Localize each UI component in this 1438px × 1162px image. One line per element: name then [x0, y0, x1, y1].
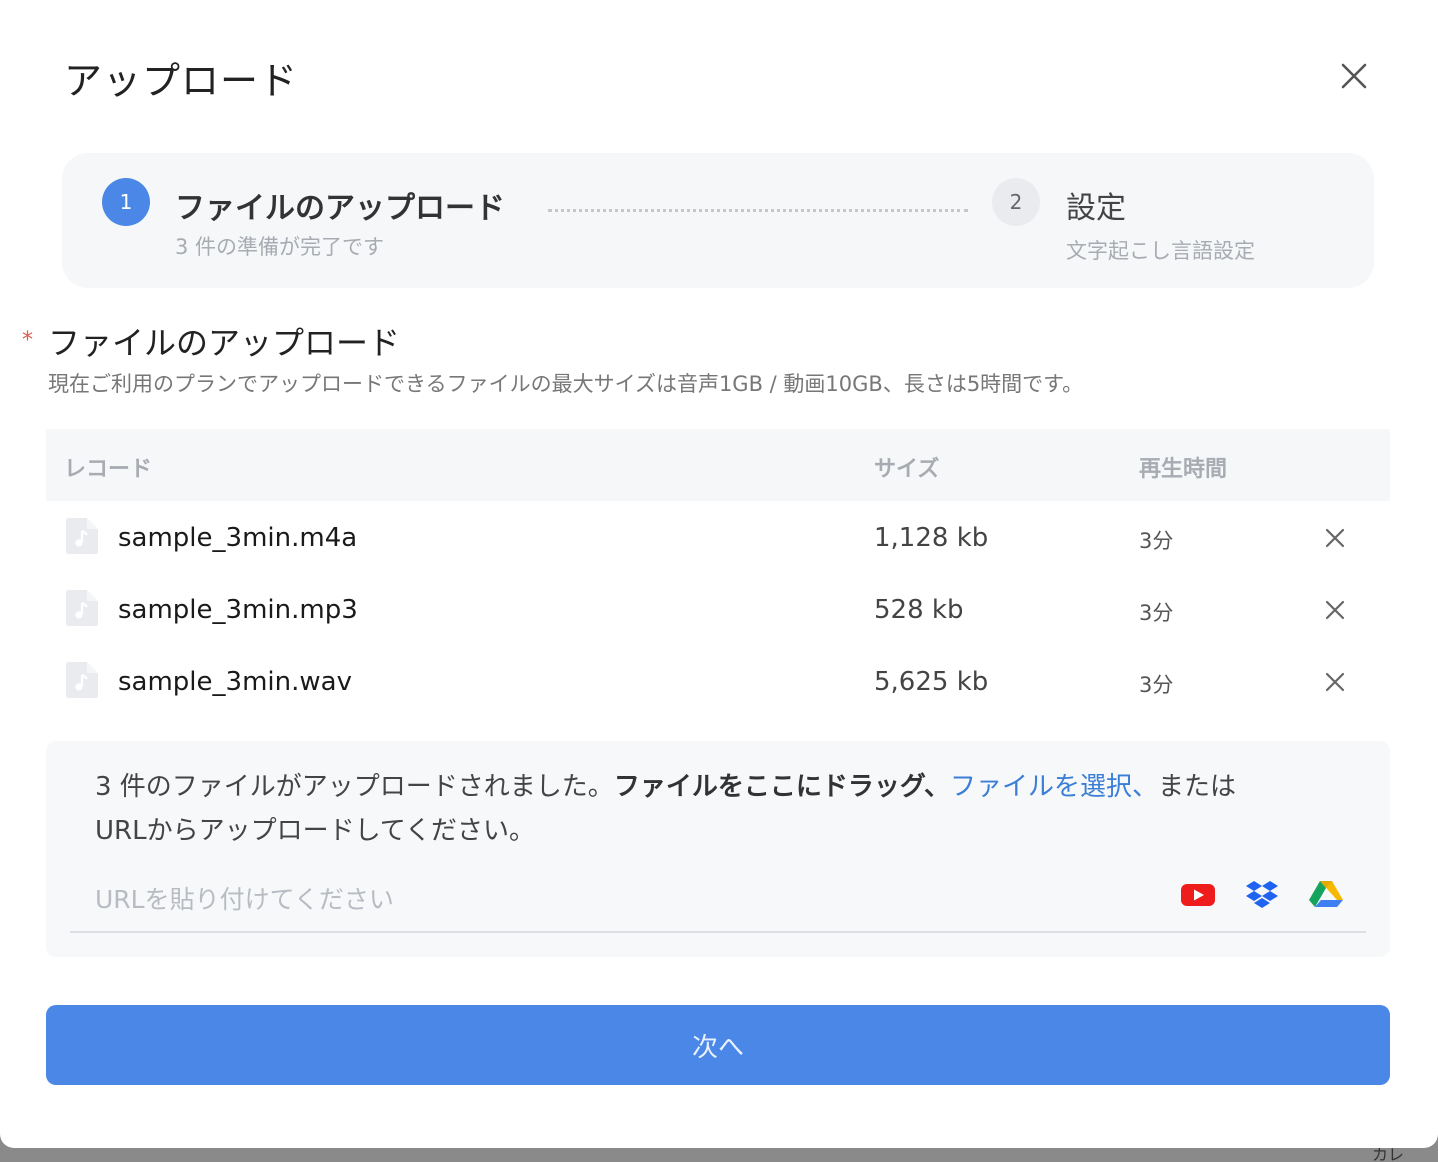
header-size: サイズ: [874, 457, 940, 482]
audio-file-icon: [66, 590, 98, 626]
close-icon: [1325, 600, 1345, 620]
audio-file-icon: [66, 662, 98, 698]
background-text: カレ: [1372, 1148, 1405, 1162]
close-icon: [1325, 672, 1345, 692]
file-table: レコード サイズ 再生時間 sample_3min.m4a 1,128 kb 3…: [46, 429, 1390, 717]
table-row: sample_3min.wav 5,625 kb 3分: [46, 645, 1390, 717]
header-duration: 再生時間: [1139, 457, 1228, 482]
or-text: または: [1158, 772, 1237, 802]
file-duration: 3分: [1139, 601, 1174, 625]
step-1-title: ファイルのアップロード: [175, 191, 505, 226]
step-2-indicator: 2: [992, 178, 1040, 226]
upload-stepper: 1 ファイルのアップロード 3 件の準備が完了です 2 設定 文字起こし言語設定: [62, 153, 1374, 288]
drag-hint: ファイルをここにドラッグ、: [613, 772, 950, 802]
google-drive-icon[interactable]: [1308, 879, 1344, 909]
close-icon: [1325, 528, 1345, 548]
dropbox-icon[interactable]: [1244, 879, 1280, 909]
step-2-title: 設定: [1066, 191, 1126, 226]
drop-instructions: 3 件のファイルがアップロードされました。ファイルをここにドラッグ、ファイルを選…: [95, 765, 1355, 853]
step-connector: [548, 209, 968, 212]
drop-zone[interactable]: 3 件のファイルがアップロードされました。ファイルをここにドラッグ、ファイルを選…: [46, 741, 1390, 957]
remove-file-button[interactable]: [1320, 667, 1350, 697]
youtube-icon[interactable]: [1180, 879, 1216, 909]
header-record: レコード: [64, 457, 153, 482]
close-button[interactable]: [1334, 56, 1374, 96]
file-size: 5,625 kb: [874, 667, 989, 697]
remove-file-button[interactable]: [1320, 595, 1350, 625]
file-size: 1,128 kb: [874, 523, 989, 553]
next-button[interactable]: 次へ: [46, 1005, 1390, 1085]
file-name: sample_3min.m4a: [118, 523, 358, 553]
table-header: レコード サイズ 再生時間: [46, 429, 1390, 501]
step-1-indicator: 1: [102, 178, 150, 226]
audio-file-icon: [66, 518, 98, 554]
upload-status-text: 3 件のファイルがアップロードされました。: [95, 772, 614, 802]
remove-file-button[interactable]: [1320, 523, 1350, 553]
step-2-subtitle: 文字起こし言語設定: [1066, 239, 1255, 263]
file-name: sample_3min.wav: [118, 667, 352, 697]
step-1-subtitle: 3 件の準備が完了です: [175, 235, 385, 259]
table-row: sample_3min.m4a 1,128 kb 3分: [46, 501, 1390, 573]
upload-modal: アップロード 1 ファイルのアップロード 3 件の準備が完了です 2 設定 文字…: [0, 0, 1438, 1148]
table-row: sample_3min.mp3 528 kb 3分: [46, 573, 1390, 645]
select-file-link[interactable]: ファイルを選択、: [950, 772, 1158, 802]
required-mark: *: [22, 328, 33, 353]
url-hint: URLからアップロードしてください。: [95, 816, 536, 846]
section-description: 現在ご利用のプランでアップロードできるファイルの最大サイズは音声1GB / 動画…: [48, 372, 1084, 396]
close-icon: [1341, 63, 1367, 89]
section-title: ファイルのアップロード: [48, 324, 401, 362]
file-duration: 3分: [1139, 673, 1174, 697]
file-size: 528 kb: [874, 595, 964, 625]
modal-title: アップロード: [64, 59, 299, 103]
file-name: sample_3min.mp3: [118, 595, 358, 625]
file-duration: 3分: [1139, 529, 1174, 553]
url-input[interactable]: [70, 867, 1366, 933]
